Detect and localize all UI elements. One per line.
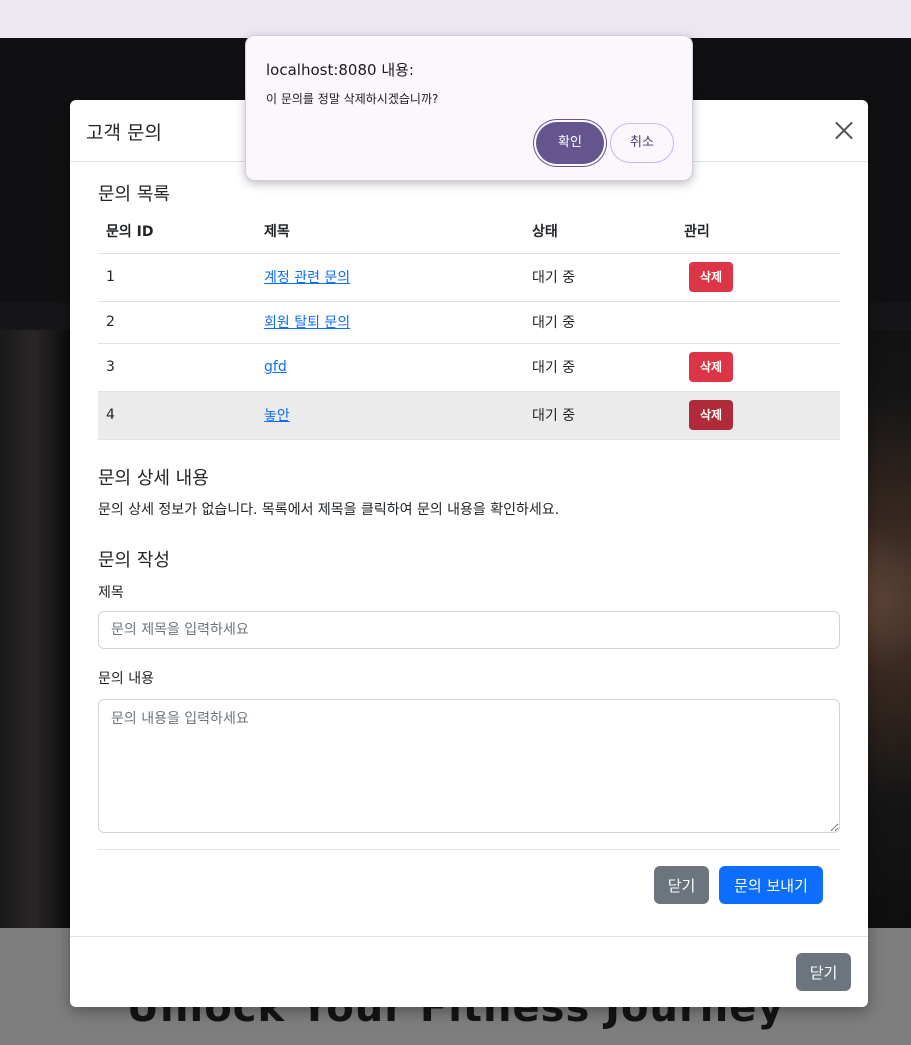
inquiry-title-link[interactable]: 회원 탈퇴 문의 <box>264 315 350 331</box>
inquiry-status: 대기 중 <box>524 301 676 344</box>
inquiry-title-link[interactable]: gfd <box>264 359 287 375</box>
inquiry-status: 대기 중 <box>524 253 676 302</box>
table-header-row: 문의 ID 제목 상태 관리 <box>98 210 840 254</box>
inquiry-detail-empty-text: 문의 상세 정보가 없습니다. 목록에서 제목을 클릭하여 문의 내용을 확인하… <box>98 502 560 518</box>
inquiry-table: 문의 ID 제목 상태 관리 1 계정 관련 문의 대기 중 삭제 2 회원 탈… <box>98 210 840 440</box>
confirm-dialog: localhost:8080 내용: 이 문의를 정말 삭제하시겠습니까? 확인… <box>245 35 693 181</box>
inquiry-modal: 고객 문의 문의 목록 문의 ID 제목 상태 관리 1 계정 관련 문의 대기… <box>70 100 868 1007</box>
footer-close-button[interactable]: 닫기 <box>796 953 851 991</box>
confirm-message: 이 문의를 정말 삭제하시겠습니까? <box>266 92 439 106</box>
column-header-id: 문의 ID <box>98 210 256 254</box>
inquiry-detail-title: 문의 상세 내용 <box>98 468 209 489</box>
hero-image-left <box>0 330 70 928</box>
send-inquiry-button[interactable]: 문의 보내기 <box>719 866 823 904</box>
inquiry-status: 대기 중 <box>524 391 676 440</box>
inquiry-action-empty <box>676 301 840 344</box>
table-row: 4 놓안 대기 중 삭제 <box>98 391 840 440</box>
content-textarea[interactable] <box>98 699 840 833</box>
close-icon[interactable] <box>834 120 854 140</box>
column-header-manage: 관리 <box>676 210 840 254</box>
delete-button[interactable]: 삭제 <box>689 262 733 292</box>
table-row: 2 회원 탈퇴 문의 대기 중 <box>98 301 840 344</box>
inquiry-id: 3 <box>98 343 256 392</box>
inquiry-list-title: 문의 목록 <box>98 184 170 205</box>
inquiry-id: 2 <box>98 301 256 344</box>
inquiry-title-link[interactable]: 계정 관련 문의 <box>264 270 350 286</box>
form-close-button[interactable]: 닫기 <box>654 866 709 904</box>
inquiry-status: 대기 중 <box>524 343 676 392</box>
title-input[interactable] <box>98 611 840 649</box>
inquiry-id: 1 <box>98 253 256 302</box>
column-header-title: 제목 <box>256 210 524 254</box>
table-row: 1 계정 관련 문의 대기 중 삭제 <box>98 253 840 302</box>
confirm-cancel-button[interactable]: 취소 <box>610 123 674 163</box>
inquiry-title-link[interactable]: 놓안 <box>264 408 290 424</box>
inquiry-id: 4 <box>98 391 256 440</box>
browser-top-bar <box>0 0 911 38</box>
delete-button[interactable]: 삭제 <box>689 400 733 430</box>
modal-title: 고객 문의 <box>86 122 162 144</box>
modal-footer-divider <box>70 936 868 937</box>
table-row: 3 gfd 대기 중 삭제 <box>98 343 840 392</box>
title-field-label: 제목 <box>98 585 124 601</box>
delete-button[interactable]: 삭제 <box>689 352 733 382</box>
confirm-origin: localhost:8080 내용: <box>266 61 414 79</box>
inquiry-write-title: 문의 작성 <box>98 550 170 571</box>
form-divider <box>98 849 840 850</box>
content-field-label: 문의 내용 <box>98 671 154 687</box>
confirm-ok-button[interactable]: 확인 <box>536 122 604 164</box>
column-header-status: 상태 <box>524 210 676 254</box>
